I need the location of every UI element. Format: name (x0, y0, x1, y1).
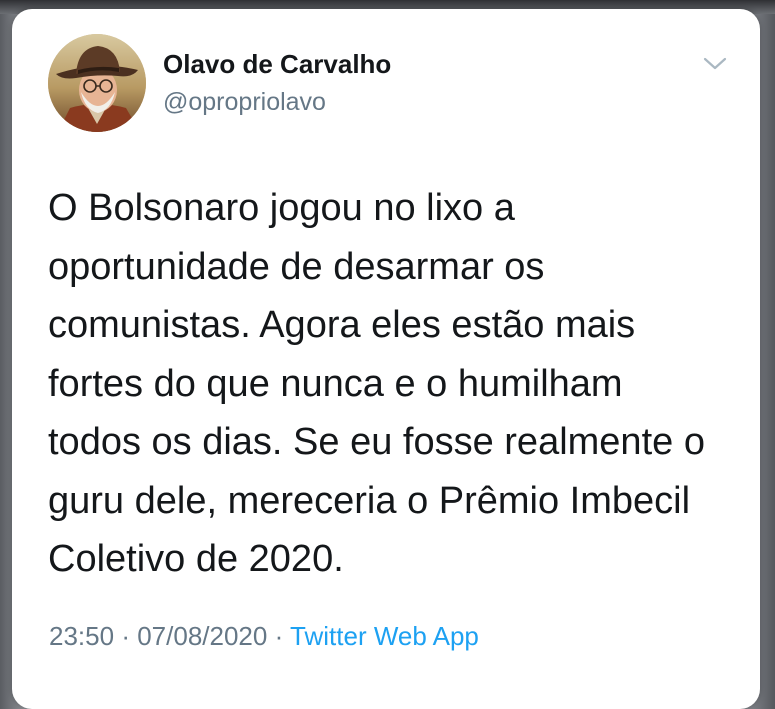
author-display-name[interactable]: Olavo de Carvalho (163, 49, 391, 80)
tweet-text-line: comunistas. Agora eles estão mais (48, 304, 636, 346)
meta-separator: · (274, 621, 284, 651)
tweet-text-line: fortes do que nunca e o humilham (48, 362, 623, 405)
tweet-meta: 23:50 · 07/08/2020 · Twitter Web App (49, 621, 479, 652)
avatar[interactable] (48, 34, 146, 132)
tweet-text: O Bolsonaro jogou no lixo a oportunidade… (48, 179, 738, 589)
tweet-source-link[interactable]: Twitter Web App (290, 621, 479, 651)
tweet-text-line: Coletivo de 2020. (48, 538, 344, 580)
tweet-text-line: guru dele, mereceria o Prêmio Imbecil (48, 479, 691, 522)
tweet-date[interactable]: 07/08/2020 (137, 621, 267, 651)
author-handle[interactable]: @opropriolavo (163, 88, 326, 117)
avatar-image (48, 34, 146, 132)
tweet-text-line: O Bolsonaro jogou no lixo a (48, 187, 515, 229)
tweet-card: Olavo de Carvalho @opropriolavo O Bolson… (12, 9, 760, 709)
meta-separator: · (121, 621, 130, 651)
tweet-text-line: oportunidade de desarmar os (48, 245, 545, 288)
tweet-text-line: todos os dias. Se eu fosse realmente o (48, 421, 705, 463)
chevron-down-icon[interactable] (702, 55, 728, 73)
tweet-time[interactable]: 23:50 (49, 621, 114, 651)
